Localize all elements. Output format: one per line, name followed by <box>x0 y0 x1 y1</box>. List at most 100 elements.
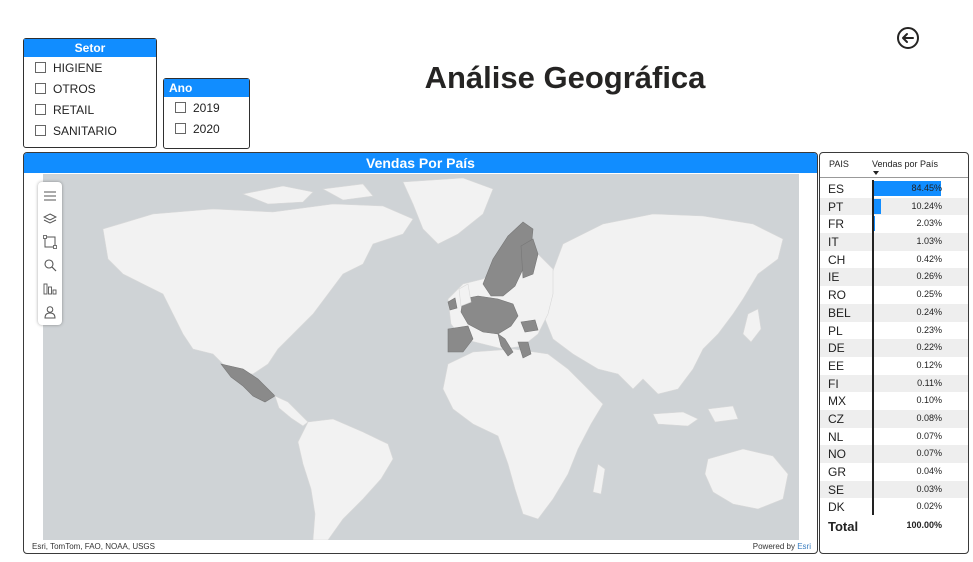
cell-value: 0.08% <box>916 412 942 423</box>
checkbox-icon[interactable] <box>35 125 46 136</box>
menu-icon <box>44 191 56 201</box>
esri-link[interactable]: Esri <box>797 542 811 551</box>
cell-pais: BEL <box>828 305 851 320</box>
total-label: Total <box>828 519 859 534</box>
checkbox-icon[interactable] <box>35 62 46 73</box>
cell-pais: ES <box>828 182 845 196</box>
column-header-pais[interactable]: PAIS <box>829 159 849 169</box>
ano-slicer: Ano 2019 2020 <box>163 78 250 149</box>
table-row[interactable]: IE 0.26% <box>820 268 968 287</box>
total-value: 100.00% <box>906 520 942 530</box>
checkbox-icon[interactable] <box>175 123 186 134</box>
table-body: ES 84.45% PT 10.24% FR 2.03% IT 1.03% CH 0.42% IE 0… <box>820 180 968 516</box>
table-row[interactable]: GR 0.04% <box>820 463 968 481</box>
ano-option[interactable]: 2019 <box>164 97 249 118</box>
table-row[interactable]: IT 1.03% <box>820 233 968 251</box>
cell-value: 0.11% <box>917 377 942 388</box>
land-africa <box>442 348 604 520</box>
cell-pais: RO <box>828 288 846 303</box>
map-search-button[interactable] <box>41 256 59 276</box>
checkbox-icon[interactable] <box>175 102 186 113</box>
table-row[interactable]: DE 0.22% <box>820 339 968 357</box>
cell-pais: IE <box>828 270 840 285</box>
setor-slicer-items: HIGIENE OTROS RETAIL SANITARIO <box>24 57 156 141</box>
sales-table-visual: PAIS Vendas por País ES 84.45% PT 10.24% FR 2… <box>819 152 969 554</box>
land-madagascar <box>592 463 606 495</box>
table-row[interactable]: CZ 0.08% <box>820 409 968 428</box>
map-menu-button[interactable] <box>41 186 59 206</box>
map-select-button[interactable] <box>41 232 59 252</box>
map-toolbar <box>38 182 62 325</box>
cell-value: 0.23% <box>916 324 942 335</box>
table-row[interactable]: DK 0.02% <box>820 498 968 516</box>
land-north-america <box>102 203 414 375</box>
table-row[interactable]: ES 84.45% <box>820 180 968 198</box>
back-arrow-icon <box>897 27 919 49</box>
bar-axis-line <box>872 180 874 515</box>
table-row[interactable]: PT 10.24% <box>820 197 968 216</box>
table-row[interactable]: NO 0.07% <box>820 445 968 463</box>
table-row[interactable]: BEL 0.24% <box>820 303 968 322</box>
setor-option[interactable]: SANITARIO <box>24 120 156 141</box>
table-row[interactable]: FI 0.11% <box>820 374 968 393</box>
data-bar <box>873 198 882 214</box>
land-arctic-islands <box>241 183 374 205</box>
land-japan <box>742 308 762 343</box>
map-legend-button[interactable] <box>41 279 59 299</box>
table-row[interactable]: FR 2.03% <box>820 215 968 233</box>
map-canvas[interactable] <box>43 174 799 540</box>
table-row[interactable]: EE 0.12% <box>820 357 968 375</box>
person-icon <box>44 305 56 319</box>
map-person-button[interactable] <box>41 302 59 322</box>
cell-pais: MX <box>828 394 846 409</box>
cell-pais: DE <box>828 341 845 356</box>
checkbox-icon[interactable] <box>35 83 46 94</box>
setor-option[interactable]: OTROS <box>24 78 156 99</box>
cell-value: 0.25% <box>916 289 942 300</box>
table-row[interactable]: CH 0.42% <box>820 251 968 269</box>
map-header: Vendas Por País <box>24 153 817 173</box>
cell-pais: IT <box>828 235 839 250</box>
table-row[interactable]: MX 0.10% <box>820 392 968 410</box>
cell-value: 0.26% <box>916 271 942 282</box>
setor-option[interactable]: HIGIENE <box>24 57 156 78</box>
setor-slicer-header: Setor <box>24 39 156 57</box>
table-row[interactable]: SE 0.03% <box>820 480 968 499</box>
map-attribution: Esri, TomTom, FAO, NOAA, USGS <box>32 542 155 551</box>
cell-value: 0.42% <box>916 253 942 264</box>
cell-value: 2.03% <box>916 218 942 229</box>
cell-pais: CZ <box>828 411 844 426</box>
land-australia <box>704 448 789 510</box>
region-iberia[interactable] <box>447 325 474 353</box>
setor-option-label: HIGIENE <box>53 60 103 75</box>
map-powered-by: Powered by Esri <box>753 542 811 551</box>
cell-value: 0.02% <box>916 501 942 512</box>
sort-descending-icon <box>873 171 879 175</box>
world-map[interactable] <box>43 174 799 540</box>
cell-pais: FI <box>828 376 839 391</box>
ano-option[interactable]: 2020 <box>164 118 249 139</box>
table-row[interactable]: RO 0.25% <box>820 286 968 304</box>
ano-option-label: 2020 <box>193 121 220 136</box>
cell-value: 0.24% <box>916 306 942 317</box>
ano-option-label: 2019 <box>193 100 220 115</box>
cell-value: 1.03% <box>916 236 942 247</box>
map-layers-button[interactable] <box>41 209 59 229</box>
table-row[interactable]: NL 0.07% <box>820 428 968 446</box>
column-header-vendas[interactable]: Vendas por País <box>872 159 938 169</box>
checkbox-icon[interactable] <box>35 104 46 115</box>
cell-pais: CH <box>828 252 846 267</box>
cell-value: 10.24% <box>911 200 942 211</box>
table-row[interactable]: PL 0.23% <box>820 322 968 340</box>
powered-by-text: Powered by <box>752 542 798 551</box>
cell-pais: GR <box>828 465 846 479</box>
ano-slicer-header: Ano <box>164 79 249 97</box>
cell-pais: NO <box>828 447 846 462</box>
back-button[interactable] <box>896 26 920 50</box>
setor-option-label: SANITARIO <box>53 123 117 138</box>
page-title: Análise Geográfica <box>424 60 706 95</box>
cell-pais: EE <box>828 358 845 373</box>
setor-option[interactable]: RETAIL <box>24 99 156 120</box>
setor-slicer: Setor HIGIENE OTROS RETAIL SANITARIO <box>23 38 157 148</box>
setor-option-label: RETAIL <box>53 102 95 117</box>
